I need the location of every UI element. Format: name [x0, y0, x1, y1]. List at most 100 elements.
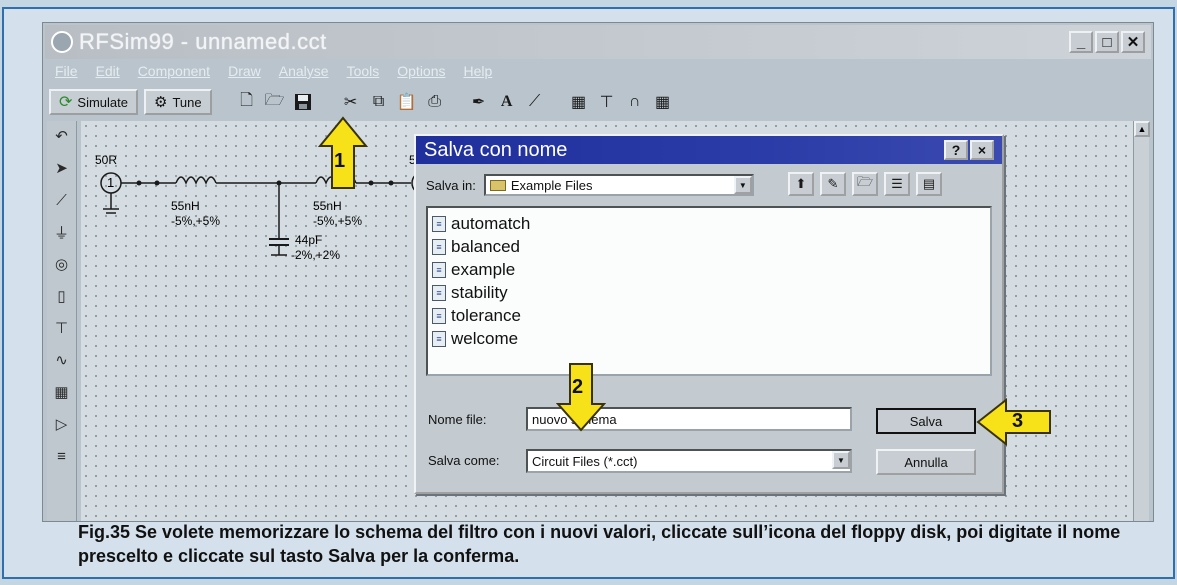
line-icon[interactable]: ⟋ [524, 91, 546, 113]
transformer-icon[interactable]: ≡ [50, 445, 74, 467]
menu-file[interactable]: File [55, 63, 78, 79]
list-item[interactable]: ≡ example [432, 258, 986, 281]
copy-icon[interactable]: ⧉ [368, 91, 390, 113]
dialog-title-bar[interactable]: Salva con nome [416, 136, 1002, 164]
file-icon: ≡ [432, 330, 446, 347]
ground-icon[interactable]: ⏚ [50, 221, 74, 243]
save-in-label: Salva in: [426, 177, 476, 193]
menu-analyse[interactable]: Analyse [279, 63, 329, 79]
inductor2-value: 55nH [313, 199, 342, 213]
menu-component[interactable]: Component [138, 63, 210, 79]
file-icon: ≡ [432, 238, 446, 255]
dialog-close-button[interactable]: × [970, 140, 994, 160]
app-icon [51, 31, 73, 53]
file-name: example [451, 259, 516, 279]
file-name: tolerance [451, 305, 521, 325]
dialog-title: Salva con nome [424, 138, 568, 161]
new-file-icon[interactable]: 🗋 [236, 91, 258, 113]
figure-caption: Fig.35 Se volete memorizzare lo schema d… [78, 522, 1121, 566]
toolbar: ⟳ Simulate ⚙ Tune 🗋 🗁 ✂ ⧉ 📋 ⎙ ✒ A ⟋ ▦ ⊤ … [49, 87, 1147, 117]
refresh-icon: ⟳ [59, 94, 73, 111]
save-in-value: Example Files [510, 177, 593, 193]
cancel-button[interactable]: Annulla [876, 449, 976, 475]
list-view-icon[interactable]: ☰ [884, 172, 910, 196]
list-item[interactable]: ≡ stability [432, 281, 986, 304]
callout-number-3: 3 [1012, 410, 1024, 432]
list-item[interactable]: ≡ welcome [432, 327, 986, 350]
list-item[interactable]: ≡ automatch [432, 212, 986, 235]
title-bar[interactable]: RFSim99 - unnamed.cct _ □ ✕ [45, 25, 1151, 59]
inductor2-tolerance: -5%,+5% [313, 214, 363, 228]
file-name: automatch [451, 213, 531, 233]
capacitor-tolerance: -2%,+2% [291, 248, 341, 262]
menu-edit[interactable]: Edit [96, 63, 120, 79]
calculator-icon[interactable]: ▦ [568, 91, 590, 113]
simulate-label: Simulate [77, 94, 128, 110]
file-icon: ≡ [432, 284, 446, 301]
scroll-up-icon[interactable]: ▲ [1134, 121, 1150, 137]
callout-number-2: 2 [572, 376, 584, 398]
file-name: welcome [451, 328, 519, 348]
save-as-dialog: Salva con nome ? × Salva in: Example Fil… [414, 134, 1004, 494]
inductor1-value: 55nH [171, 199, 200, 213]
vertical-scrollbar[interactable]: ▲ [1133, 121, 1150, 521]
wire-tool-icon[interactable]: ↶ [50, 125, 74, 147]
port1-label: 50R [95, 153, 118, 167]
stub-icon[interactable]: ∩ [624, 91, 646, 113]
list-item[interactable]: ≡ balanced [432, 235, 986, 258]
details-view-icon[interactable]: ▤ [916, 172, 942, 196]
close-button[interactable]: ✕ [1121, 31, 1145, 53]
line-tool-icon[interactable]: ⟋ [50, 189, 74, 211]
desktop-icon[interactable]: ✎ [820, 172, 846, 196]
pen-icon[interactable]: ✒ [468, 91, 490, 113]
file-icon: ≡ [432, 261, 446, 278]
file-list[interactable]: ≡ automatch ≡ balanced ≡ example ≡ stability… [426, 206, 992, 376]
component-palette: ↶ ➤ ⟋ ⏚ ◎ ▯ ⊤ ∿ ▦ ▷ ≡ [47, 121, 77, 521]
chevron-down-icon[interactable]: ▼ [733, 176, 752, 194]
maximize-button[interactable]: □ [1095, 31, 1119, 53]
pointer-icon[interactable]: ➤ [50, 157, 74, 179]
open-folder-icon[interactable]: 🗁 [264, 91, 286, 113]
print-icon[interactable]: ⎙ [424, 91, 446, 113]
simulate-button[interactable]: ⟳ Simulate [49, 89, 138, 115]
list-item[interactable]: ≡ tolerance [432, 304, 986, 327]
capacitor-icon[interactable]: ⊤ [50, 317, 74, 339]
filetype-value: Circuit Files (*.cct) [532, 453, 638, 469]
chevron-down-icon[interactable]: ▼ [832, 451, 850, 469]
file-name: stability [451, 282, 508, 302]
text-icon[interactable]: A [496, 91, 518, 113]
inductor-icon[interactable]: ∿ [50, 349, 74, 371]
tune-icon: ⚙ [153, 94, 168, 111]
save-in-combo[interactable]: Example Files ▼ [483, 174, 754, 196]
window-title: RFSim99 - unnamed.cct [79, 29, 327, 54]
tune-button[interactable]: ⚙ Tune [143, 89, 212, 115]
filetype-combo[interactable]: Circuit Files (*.cct) ▼ [526, 449, 852, 473]
dialog-help-button[interactable]: ? [944, 140, 968, 160]
folder-icon [489, 179, 506, 191]
amplifier-icon[interactable]: ▷ [50, 413, 74, 435]
menu-draw[interactable]: Draw [228, 63, 261, 79]
menu-bar: File Edit Component Draw Analyse Tools O… [55, 63, 492, 79]
resistor-icon[interactable]: ▯ [50, 285, 74, 307]
minimize-button[interactable]: _ [1069, 31, 1093, 53]
inductor1-tolerance: -5%,+5% [171, 214, 221, 228]
cut-icon[interactable]: ✂ [340, 91, 362, 113]
menu-options[interactable]: Options [397, 63, 445, 79]
file-icon: ≡ [432, 215, 446, 232]
tline-icon[interactable]: ⊤ [596, 91, 618, 113]
tune-label: Tune [172, 94, 202, 110]
menu-tools[interactable]: Tools [347, 63, 380, 79]
callout-number-1: 1 [334, 150, 346, 172]
save-button[interactable]: Salva [876, 408, 976, 434]
floppy-disk-icon[interactable] [292, 91, 314, 113]
menu-help[interactable]: Help [464, 63, 493, 79]
grid-icon[interactable]: ▦ [652, 91, 674, 113]
file-icon: ≡ [432, 307, 446, 324]
paste-icon[interactable]: 📋 [396, 91, 418, 113]
up-folder-icon[interactable]: ⬆ [788, 172, 814, 196]
port-icon[interactable]: ◎ [50, 253, 74, 275]
crystal-icon[interactable]: ▦ [50, 381, 74, 403]
new-folder-icon[interactable]: 🗁 [852, 172, 878, 196]
filename-label: Nome file: [428, 412, 487, 427]
file-name: balanced [451, 236, 521, 256]
